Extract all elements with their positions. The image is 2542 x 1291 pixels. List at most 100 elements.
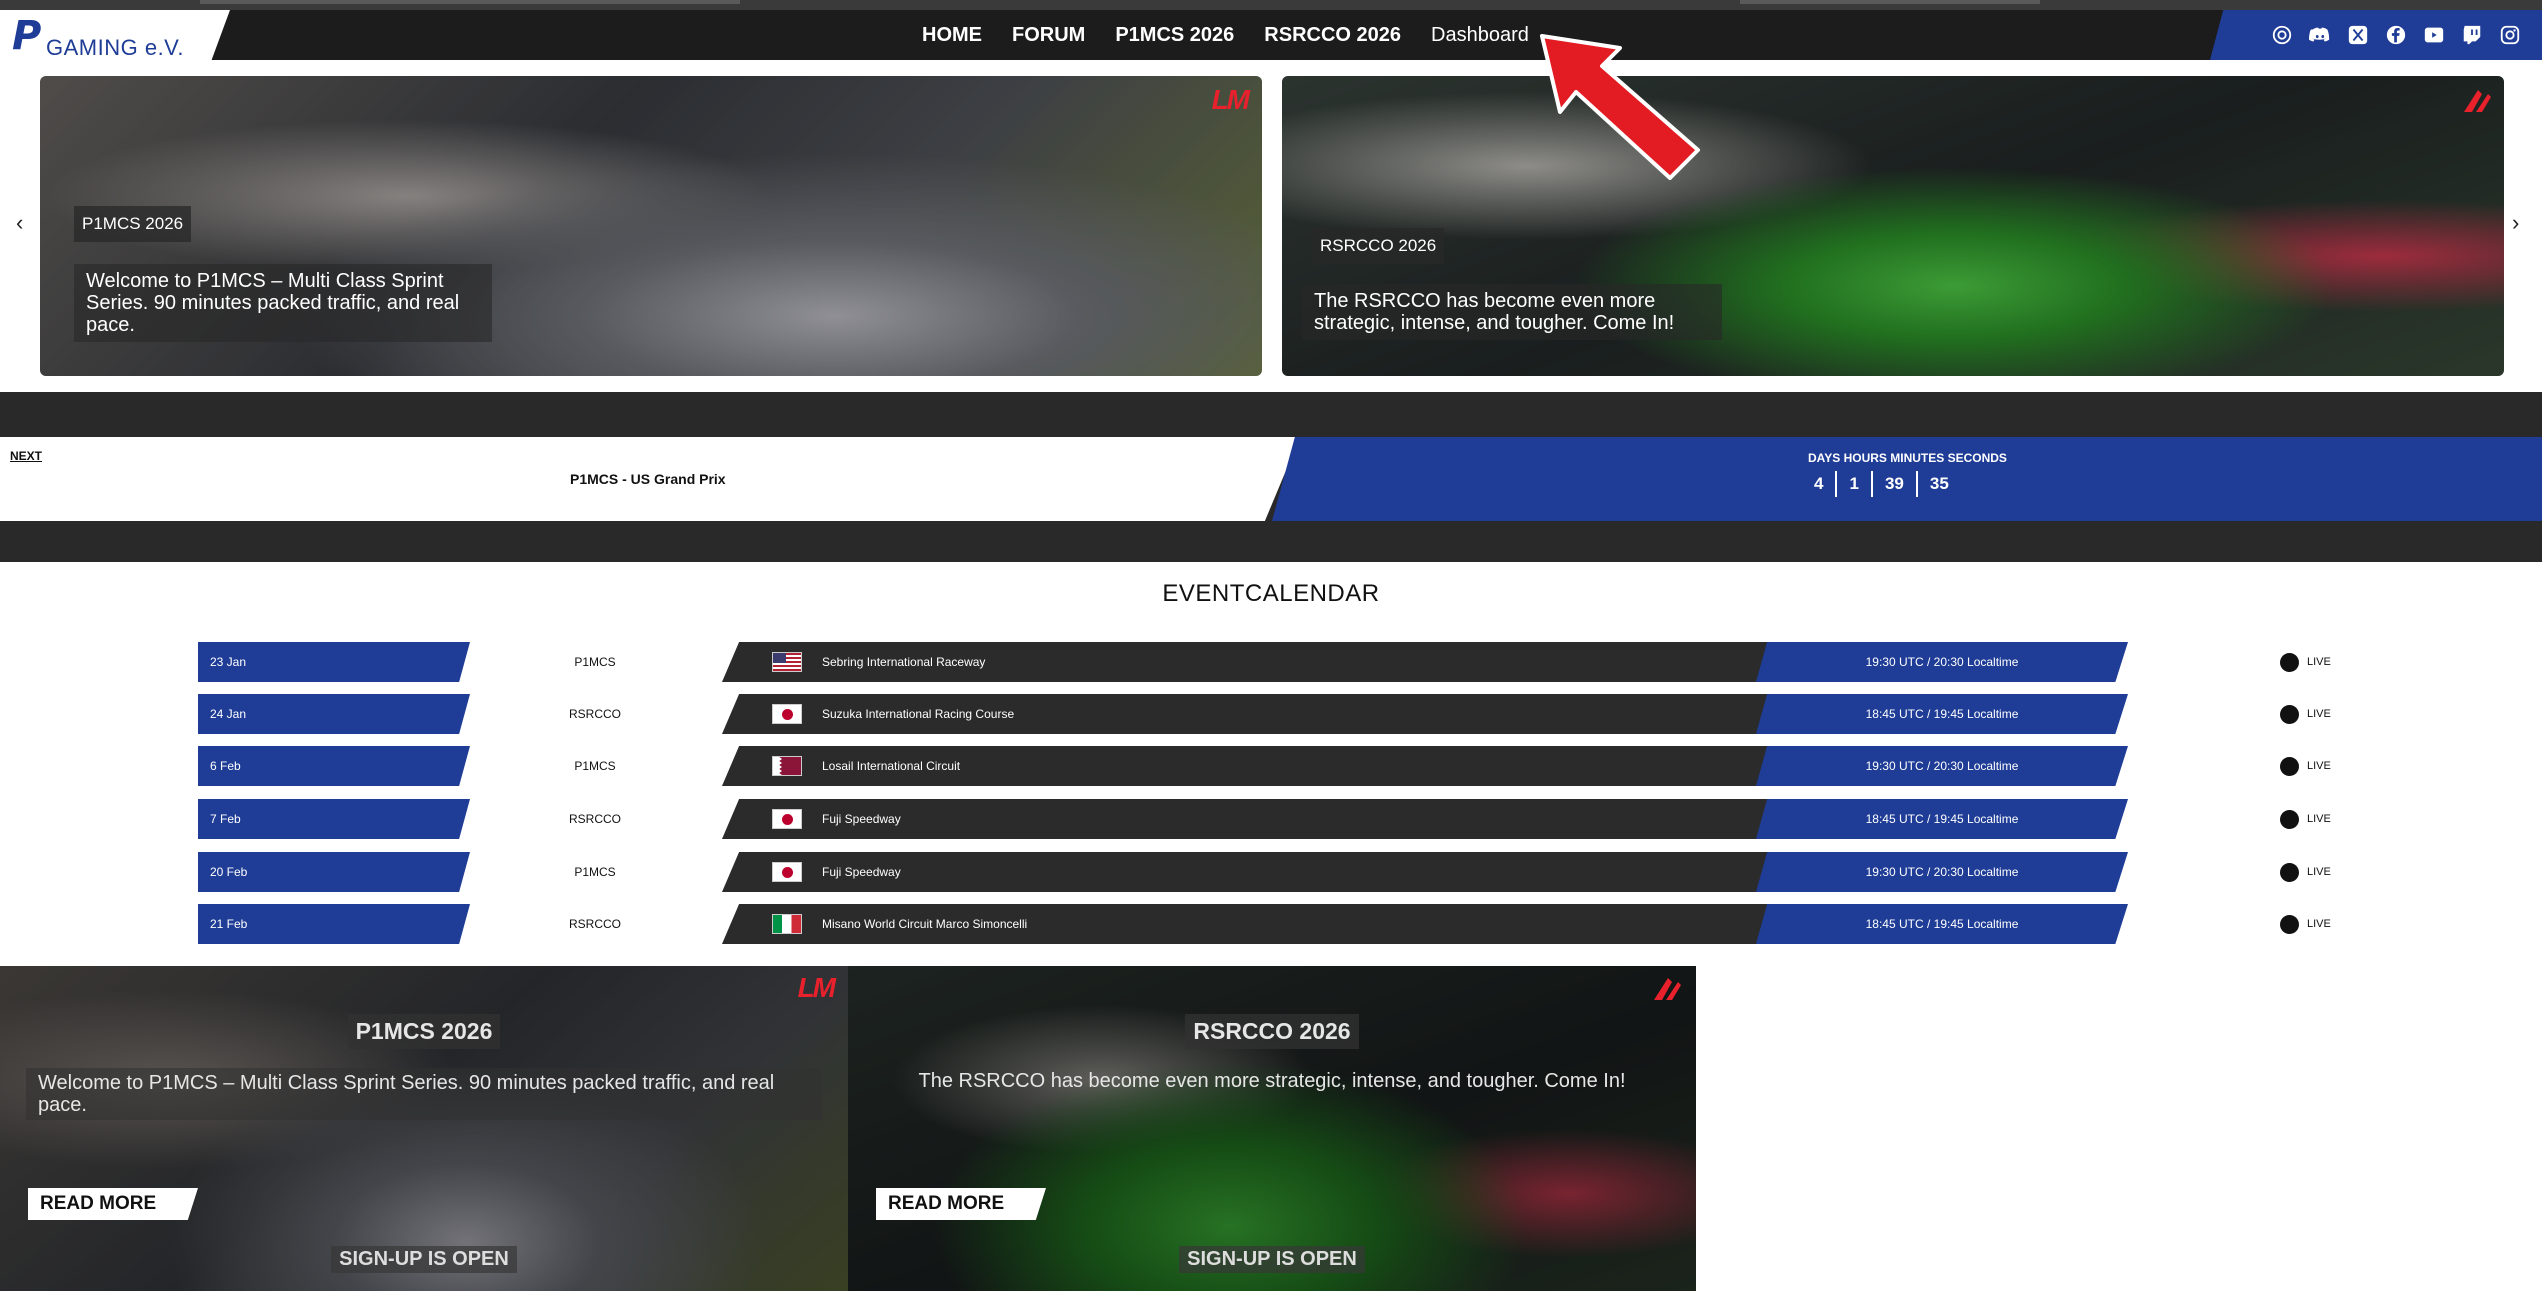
live-link[interactable]: LIVE xyxy=(2280,652,2331,672)
series-card-p1mcs[interactable]: LM P1MCS 2026 Welcome to P1MCS – Multi C… xyxy=(0,966,848,1291)
event-series: P1MCS xyxy=(574,865,616,879)
live-link[interactable]: LIVE xyxy=(2280,756,2331,776)
live-dot-icon xyxy=(2280,704,2299,724)
slide-description: The RSRCCO has become even more strategi… xyxy=(1302,284,1722,340)
event-date: 7 Feb xyxy=(198,799,470,839)
card-title-text: RSRCCO 2026 xyxy=(1185,1014,1359,1049)
signup-status: SIGN-UP IS OPEN xyxy=(848,1246,1696,1273)
hero-slider: LM P1MCS 2026 Welcome to P1MCS – Multi C… xyxy=(0,60,2542,392)
japan-flag-icon xyxy=(772,862,802,882)
italy-flag-icon xyxy=(772,914,802,934)
lm-logo-icon: LM xyxy=(797,972,836,1003)
countdown: DAYS HOURS MINUTES SECONDS 4 1 39 35 xyxy=(1272,437,2542,521)
us-flag-icon xyxy=(772,652,802,672)
event-time: 19:30 UTC / 20:30 Localtime xyxy=(1756,642,2128,682)
x-icon[interactable] xyxy=(2346,23,2370,47)
next-label[interactable]: NEXT xyxy=(10,449,42,463)
calendar-row: 20 Feb P1MCS Fuji Speedway 19:30 UTC / 2… xyxy=(0,852,2542,892)
event-time: 19:30 UTC / 20:30 Localtime xyxy=(1756,852,2128,892)
top-strip-segment xyxy=(1740,0,2040,4)
countdown-values: 4 1 39 35 xyxy=(1802,471,1961,497)
calendar-row: 24 Jan RSRCCO Suzuka International Racin… xyxy=(0,694,2542,734)
live-link[interactable]: LIVE xyxy=(2280,809,2331,829)
facebook-icon[interactable] xyxy=(2384,23,2408,47)
site-logo[interactable]: P GAMING e.V. xyxy=(0,10,230,60)
read-more-button[interactable]: READ MORE xyxy=(876,1188,1046,1220)
live-dot-icon xyxy=(2280,809,2299,829)
event-track: Fuji Speedway xyxy=(722,852,1790,892)
top-strip-segment xyxy=(200,0,740,4)
countdown-label: DAYS HOURS MINUTES SECONDS xyxy=(1808,451,2007,465)
nav-p1mcs[interactable]: P1MCS 2026 xyxy=(1115,24,1234,47)
red-arrow-annotation xyxy=(1540,34,1700,180)
event-track: Fuji Speedway xyxy=(722,799,1790,839)
event-track: Misano World Circuit Marco Simoncelli xyxy=(722,904,1790,944)
live-link[interactable]: LIVE xyxy=(2280,862,2331,882)
next-event-title: P1MCS - US Grand Prix xyxy=(570,471,726,487)
signup-text: SIGN-UP IS OPEN xyxy=(1179,1246,1365,1273)
event-track: Suzuka International Racing Course xyxy=(722,694,1790,734)
nav-home[interactable]: HOME xyxy=(922,24,982,47)
slide-tag: P1MCS 2026 xyxy=(74,206,192,242)
track-name: Misano World Circuit Marco Simoncelli xyxy=(822,917,1028,931)
event-series: RSRCCO xyxy=(568,812,621,826)
card-title: RSRCCO 2026 xyxy=(848,1014,1696,1049)
event-date: 24 Jan xyxy=(198,694,470,734)
event-date: 21 Feb xyxy=(198,904,470,944)
event-series: RSRCCO xyxy=(568,707,621,721)
series-card-rsrcco[interactable]: RSRCCO 2026 The RSRCCO has become even m… xyxy=(848,966,1696,1291)
slide-description: Welcome to P1MCS – Multi Class Sprint Se… xyxy=(74,264,492,342)
track-name: Fuji Speedway xyxy=(822,812,901,826)
slide-tag: RSRCCO 2026 xyxy=(1312,228,1445,264)
slider-next-arrow[interactable]: › xyxy=(2512,210,2519,236)
calendar-row: 23 Jan P1MCS Sebring International Racew… xyxy=(0,642,2542,682)
discord-icon[interactable] xyxy=(2308,23,2332,47)
community-icon[interactable] xyxy=(2270,23,2294,47)
live-label: LIVE xyxy=(2307,760,2331,772)
social-links xyxy=(2210,10,2542,60)
main-nav: HOME FORUM P1MCS 2026 RSRCCO 2026 Dashbo… xyxy=(922,10,1529,60)
signup-text: SIGN-UP IS OPEN xyxy=(331,1246,517,1273)
live-label: LIVE xyxy=(2307,813,2331,825)
calendar-row: 7 Feb RSRCCO Fuji Speedway 18:45 UTC / 1… xyxy=(0,799,2542,839)
track-name: Losail International Circuit xyxy=(822,759,961,773)
nav-dashboard[interactable]: Dashboard xyxy=(1431,24,1529,47)
nav-rsrcco[interactable]: RSRCCO 2026 xyxy=(1264,24,1401,47)
qatar-flag-icon xyxy=(772,756,802,776)
track-name: Suzuka International Racing Course xyxy=(822,707,1015,721)
live-link[interactable]: LIVE xyxy=(2280,914,2331,934)
event-series: P1MCS xyxy=(574,759,616,773)
event-date: 6 Feb xyxy=(198,746,470,786)
live-label: LIVE xyxy=(2307,918,2331,930)
live-dot-icon xyxy=(2280,756,2299,776)
card-description: The RSRCCO has become even more strategi… xyxy=(918,1070,1626,1092)
event-time: 19:30 UTC / 20:30 Localtime xyxy=(1756,746,2128,786)
twitch-icon[interactable] xyxy=(2460,23,2484,47)
event-time: 18:45 UTC / 19:45 Localtime xyxy=(1756,799,2128,839)
youtube-icon[interactable] xyxy=(2422,23,2446,47)
calendar-row: 21 Feb RSRCCO Misano World Circuit Marco… xyxy=(0,904,2542,944)
instagram-icon[interactable] xyxy=(2498,23,2522,47)
slide-p1mcs[interactable]: LM P1MCS 2026 Welcome to P1MCS – Multi C… xyxy=(40,76,1262,376)
card-title-text: P1MCS 2026 xyxy=(347,1014,501,1049)
next-event-box: NEXT P1MCS - US Grand Prix xyxy=(0,437,1300,521)
logo-letter: P xyxy=(12,13,42,59)
event-calendar-title: EVENTCALENDAR xyxy=(1162,580,1380,607)
top-strip xyxy=(0,0,2542,10)
live-label: LIVE xyxy=(2307,708,2331,720)
assetto-corsa-icon xyxy=(1654,978,1681,1000)
slide-rsrcco[interactable]: RSRCCO 2026 The RSRCCO has become even m… xyxy=(1282,76,2504,376)
live-link[interactable]: LIVE xyxy=(2280,704,2331,724)
read-more-button[interactable]: READ MORE xyxy=(28,1188,198,1220)
calendar-row: 6 Feb P1MCS Losail International Circuit… xyxy=(0,746,2542,786)
track-name: Fuji Speedway xyxy=(822,865,901,879)
card-title: P1MCS 2026 xyxy=(0,1014,848,1049)
slider-prev-arrow[interactable]: ‹ xyxy=(16,210,23,236)
live-dot-icon xyxy=(2280,914,2299,934)
lm-logo-icon: LM xyxy=(1211,84,1250,115)
live-label: LIVE xyxy=(2307,656,2331,668)
nav-forum[interactable]: FORUM xyxy=(1012,24,1085,47)
event-date: 20 Feb xyxy=(198,852,470,892)
track-name: Sebring International Raceway xyxy=(822,655,986,669)
assetto-corsa-icon xyxy=(2464,90,2491,112)
